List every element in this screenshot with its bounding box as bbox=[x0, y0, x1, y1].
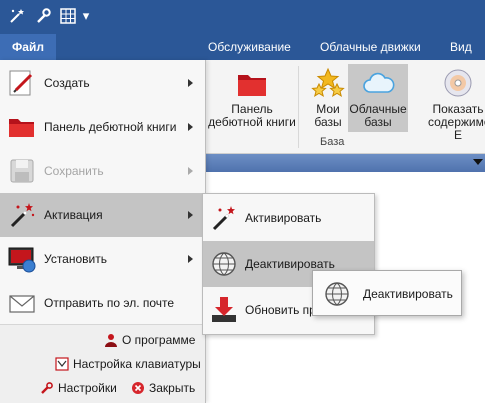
settings-label: Настройки bbox=[58, 381, 117, 395]
submenu-arrow-icon bbox=[188, 167, 193, 175]
my-bases-label: Мои базы bbox=[314, 102, 342, 129]
cloud-bases-label: Облачные базы bbox=[349, 102, 407, 129]
submenu-item-activate[interactable]: Активировать bbox=[203, 195, 374, 241]
submenu-arrow-icon bbox=[188, 255, 193, 263]
floppy-disk-icon bbox=[10, 159, 34, 183]
tab-view[interactable]: Вид bbox=[450, 34, 472, 60]
tooltip-label: Деактивировать bbox=[363, 287, 453, 301]
menu-item-opening-book[interactable]: Панель дебютной книги bbox=[0, 105, 205, 149]
menu-item-label: Установить bbox=[44, 252, 107, 266]
monitor-install-icon bbox=[8, 247, 36, 273]
opening-book-panel-label: Панель дебютной книги bbox=[208, 102, 296, 129]
tab-cloud-engines[interactable]: Облачные движки bbox=[320, 34, 421, 60]
submenu-item-label: Активировать bbox=[245, 211, 322, 225]
submenu-arrow-icon bbox=[188, 79, 193, 87]
ribbon-separator bbox=[298, 66, 299, 148]
globe-icon bbox=[212, 252, 236, 276]
menu-item-label: Создать bbox=[44, 76, 90, 90]
panel-dropdown-icon[interactable] bbox=[473, 159, 483, 165]
cloud-icon bbox=[363, 72, 395, 93]
keyboard-icon bbox=[55, 357, 69, 371]
envelope-icon bbox=[9, 295, 35, 313]
red-folder-icon bbox=[238, 75, 266, 96]
tab-maintenance[interactable]: Обслуживание bbox=[208, 34, 291, 60]
keyboard-settings-button[interactable]: Настройка клавиатуры bbox=[55, 356, 201, 372]
disc-icon bbox=[444, 69, 472, 97]
menu-item-label: Панель дебютной книги bbox=[44, 120, 177, 134]
cloud-bases-button[interactable]: Облачные базы bbox=[348, 64, 408, 132]
close-label: Закрыть bbox=[149, 381, 196, 395]
menu-item-create[interactable]: Создать bbox=[0, 61, 205, 105]
show-contents-button[interactable]: Показать содержимое Е bbox=[428, 64, 485, 142]
red-folder-icon bbox=[9, 119, 34, 137]
close-icon bbox=[132, 382, 144, 394]
magic-wand-stars-icon[interactable] bbox=[8, 7, 26, 25]
menu-item-save: Сохранить bbox=[0, 149, 205, 193]
my-bases-button[interactable]: Мои базы bbox=[308, 64, 348, 132]
deactivate-tooltip: Деактивировать bbox=[312, 270, 462, 316]
menu-item-activation[interactable]: Активация bbox=[0, 193, 205, 237]
menu-item-label: Активация bbox=[44, 208, 103, 222]
group-label-base: База bbox=[320, 136, 345, 148]
magic-wand-icon bbox=[212, 206, 235, 231]
show-contents-label: Показать содержимое Е bbox=[428, 102, 485, 142]
magic-wand-icon bbox=[10, 203, 35, 228]
close-button[interactable]: Закрыть bbox=[131, 380, 195, 396]
ribbon-tab-strip: Файл Обслуживание Облачные движки Вид bbox=[0, 34, 485, 60]
file-menu-footer: О программе Настройка клавиатуры Настрой… bbox=[0, 324, 205, 403]
opening-book-panel-button[interactable]: Панель дебютной книги bbox=[206, 64, 298, 132]
submenu-arrow-icon bbox=[188, 211, 193, 219]
quick-access-toolbar: ▾ bbox=[0, 0, 485, 34]
pencil-document-icon bbox=[9, 70, 33, 96]
dropdown-arrow-icon[interactable]: ▾ bbox=[80, 7, 92, 25]
wrench-icon bbox=[41, 382, 53, 394]
globe-icon bbox=[325, 282, 349, 306]
menu-item-install[interactable]: Установить bbox=[0, 237, 205, 281]
settings-button[interactable]: Настройки bbox=[40, 380, 117, 396]
menu-item-send-email[interactable]: Отправить по эл. почте bbox=[0, 281, 205, 325]
stars-icon bbox=[311, 67, 345, 97]
red-arrow-down-icon bbox=[212, 297, 236, 322]
submenu-item-label: Деактивировать bbox=[245, 257, 335, 271]
tab-file[interactable]: Файл bbox=[0, 34, 56, 60]
about-button[interactable]: О программе bbox=[104, 332, 195, 348]
grid-icon[interactable] bbox=[59, 7, 77, 25]
person-icon bbox=[105, 334, 117, 347]
menu-item-label: Отправить по эл. почте bbox=[44, 296, 175, 310]
keyboard-settings-label: Настройка клавиатуры bbox=[73, 357, 201, 371]
wrench-icon[interactable] bbox=[34, 7, 52, 25]
submenu-arrow-icon bbox=[188, 123, 193, 131]
menu-item-label: Сохранить bbox=[44, 164, 104, 178]
about-label: О программе bbox=[122, 333, 196, 347]
file-menu: Создать Панель дебютной книги Сохранить … bbox=[0, 60, 206, 403]
